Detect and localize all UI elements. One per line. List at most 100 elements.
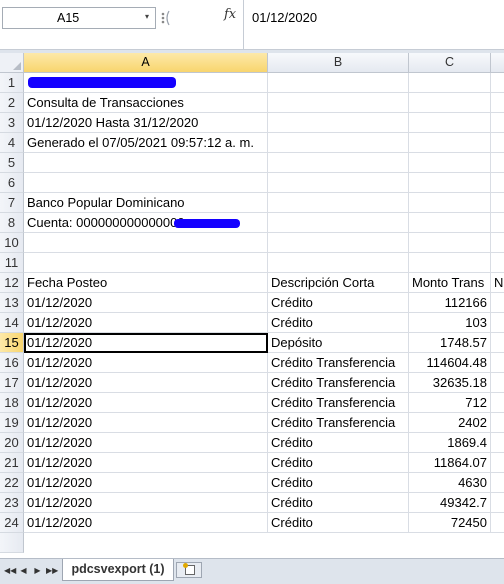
row-header[interactable]: 8 (0, 213, 24, 233)
cell-b11[interactable] (268, 253, 409, 273)
cell-b16[interactable]: Crédito Transferencia (268, 353, 409, 373)
select-all-button[interactable] (0, 53, 24, 73)
cell-d18[interactable] (491, 393, 504, 413)
worksheet-grid[interactable]: A B C 1 2 Consulta de Transacciones 3 01/12/202… (0, 53, 504, 558)
row-header[interactable]: 12 (0, 273, 24, 293)
cell-c19[interactable]: 2402 (409, 413, 491, 433)
cell-b4[interactable] (268, 133, 409, 153)
cell-c21[interactable]: 11864.07 (409, 453, 491, 473)
next-sheet-icon[interactable]: ▶ (32, 564, 43, 578)
cell-b17[interactable]: Crédito Transferencia (268, 373, 409, 393)
cell-a3[interactable]: 01/12/2020 Hasta 31/12/2020 (24, 113, 268, 133)
row-header[interactable]: 10 (0, 233, 24, 253)
cell-c11[interactable] (409, 253, 491, 273)
row-header[interactable]: 6 (0, 173, 24, 193)
cell-c10[interactable] (409, 233, 491, 253)
cell-a10[interactable] (24, 233, 268, 253)
formula-bar-grip-icon[interactable] (159, 8, 173, 28)
cell-a23[interactable]: 01/12/2020 (24, 493, 268, 513)
cell-d23[interactable] (491, 493, 504, 513)
cell-a2[interactable]: Consulta de Transacciones (24, 93, 268, 113)
cell-c18[interactable]: 712 (409, 393, 491, 413)
cell-b24[interactable]: Crédito (268, 513, 409, 533)
cell-b5[interactable] (268, 153, 409, 173)
cell-d2[interactable] (491, 93, 504, 113)
cell-b7[interactable] (268, 193, 409, 213)
row-header[interactable]: 17 (0, 373, 24, 393)
cell-d20[interactable] (491, 433, 504, 453)
cell-d1[interactable] (491, 73, 504, 93)
first-sheet-icon[interactable]: ◀◀ (4, 564, 16, 578)
cell-d24[interactable] (491, 513, 504, 533)
column-header-d[interactable] (491, 53, 504, 73)
cell-a6[interactable] (24, 173, 268, 193)
cell-c7[interactable] (409, 193, 491, 213)
cell-b18[interactable]: Crédito Transferencia (268, 393, 409, 413)
cell-a22[interactable]: 01/12/2020 (24, 473, 268, 493)
cell-c14[interactable]: 103 (409, 313, 491, 333)
row-header[interactable]: 20 (0, 433, 24, 453)
cell-d4[interactable] (491, 133, 504, 153)
row-header[interactable]: 24 (0, 513, 24, 533)
cell-d16[interactable] (491, 353, 504, 373)
cell-c13[interactable]: 112166 (409, 293, 491, 313)
cell-b23[interactable]: Crédito (268, 493, 409, 513)
row-header[interactable]: 5 (0, 153, 24, 173)
insert-function-icon[interactable]: fx (224, 7, 236, 22)
cell-a17[interactable]: 01/12/2020 (24, 373, 268, 393)
row-header[interactable]: 4 (0, 133, 24, 153)
cell-d19[interactable] (491, 413, 504, 433)
cell-c1[interactable] (409, 73, 491, 93)
cell-b20[interactable]: Crédito (268, 433, 409, 453)
row-header[interactable]: 11 (0, 253, 24, 273)
active-cell[interactable]: 01/12/2020 (24, 333, 268, 353)
row-header[interactable]: 3 (0, 113, 24, 133)
name-box[interactable]: A15 ▾ (2, 7, 156, 29)
cell-a16[interactable]: 01/12/2020 (24, 353, 268, 373)
cell-c23[interactable]: 49342.7 (409, 493, 491, 513)
column-header-a[interactable]: A (24, 53, 268, 73)
cell-b21[interactable]: Crédito (268, 453, 409, 473)
sheet-tab-active[interactable]: pdcsvexport (1) (62, 559, 174, 581)
cell-d21[interactable] (491, 453, 504, 473)
column-header-c[interactable]: C (409, 53, 491, 73)
cell-c15[interactable]: 1748.57 (409, 333, 491, 353)
cell-d14[interactable] (491, 313, 504, 333)
formula-input[interactable]: 01/12/2020 (252, 10, 317, 25)
row-header[interactable]: 7 (0, 193, 24, 213)
cell-d6[interactable] (491, 173, 504, 193)
cell-b3[interactable] (268, 113, 409, 133)
cell-c5[interactable] (409, 153, 491, 173)
cell-a18[interactable]: 01/12/2020 (24, 393, 268, 413)
insert-sheet-button[interactable] (176, 562, 202, 578)
cell-b1[interactable] (268, 73, 409, 93)
row-header[interactable] (0, 533, 24, 553)
cell-c3[interactable] (409, 113, 491, 133)
cell-d11[interactable] (491, 253, 504, 273)
cell-c22[interactable]: 4630 (409, 473, 491, 493)
cell-d12[interactable]: Nu (491, 273, 504, 293)
cell-b12[interactable]: Descripción Corta (268, 273, 409, 293)
cell-a21[interactable]: 01/12/2020 (24, 453, 268, 473)
row-header[interactable]: 1 (0, 73, 24, 93)
cell-a7[interactable]: Banco Popular Dominicano (24, 193, 268, 213)
row-header[interactable]: 16 (0, 353, 24, 373)
cell-c4[interactable] (409, 133, 491, 153)
row-header[interactable]: 14 (0, 313, 24, 333)
row-header[interactable]: 21 (0, 453, 24, 473)
prev-sheet-icon[interactable]: ◀ (18, 564, 29, 578)
cell-d10[interactable] (491, 233, 504, 253)
row-header[interactable]: 15 (0, 333, 24, 353)
cell-a13[interactable]: 01/12/2020 (24, 293, 268, 313)
cell-a4[interactable]: Generado el 07/05/2021 09:57:12 a. m. (24, 133, 268, 153)
column-header-b[interactable]: B (268, 53, 409, 73)
cell-a19[interactable]: 01/12/2020 (24, 413, 268, 433)
cell-d17[interactable] (491, 373, 504, 393)
name-box-dropdown-icon[interactable]: ▾ (145, 12, 149, 21)
cell-d3[interactable] (491, 113, 504, 133)
row-header[interactable]: 18 (0, 393, 24, 413)
cell-a11[interactable] (24, 253, 268, 273)
last-sheet-icon[interactable]: ▶▶ (46, 564, 58, 578)
cell-b8[interactable] (268, 213, 409, 233)
cell-b15[interactable]: Depósito (268, 333, 409, 353)
